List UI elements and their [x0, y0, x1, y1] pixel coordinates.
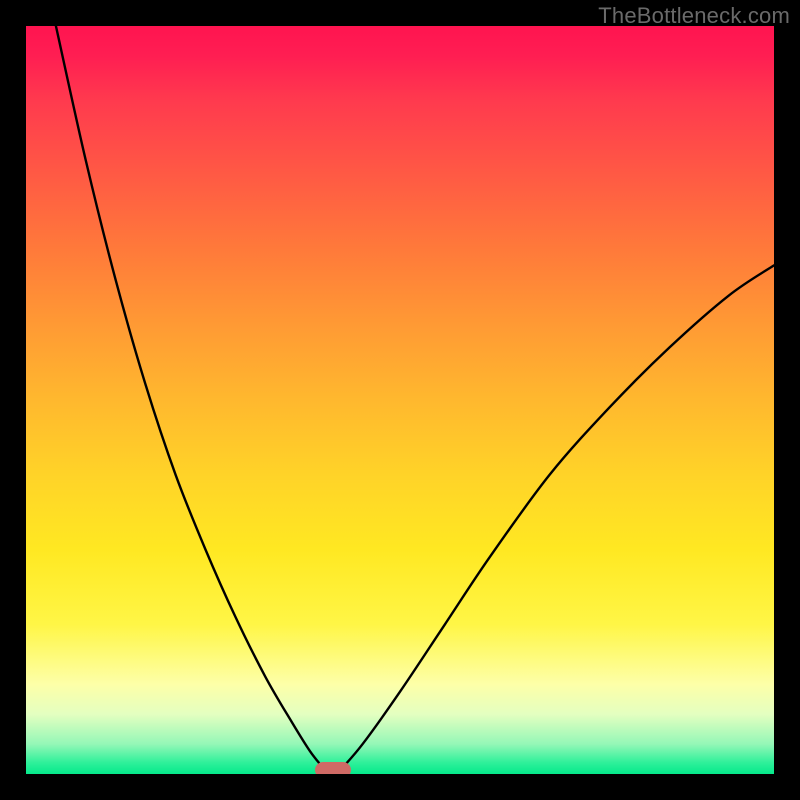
- watermark-text: TheBottleneck.com: [598, 3, 790, 29]
- minimum-marker: [315, 762, 351, 774]
- chart-frame: TheBottleneck.com: [0, 0, 800, 800]
- bottleneck-curve: [26, 26, 774, 774]
- plot-area: [26, 26, 774, 774]
